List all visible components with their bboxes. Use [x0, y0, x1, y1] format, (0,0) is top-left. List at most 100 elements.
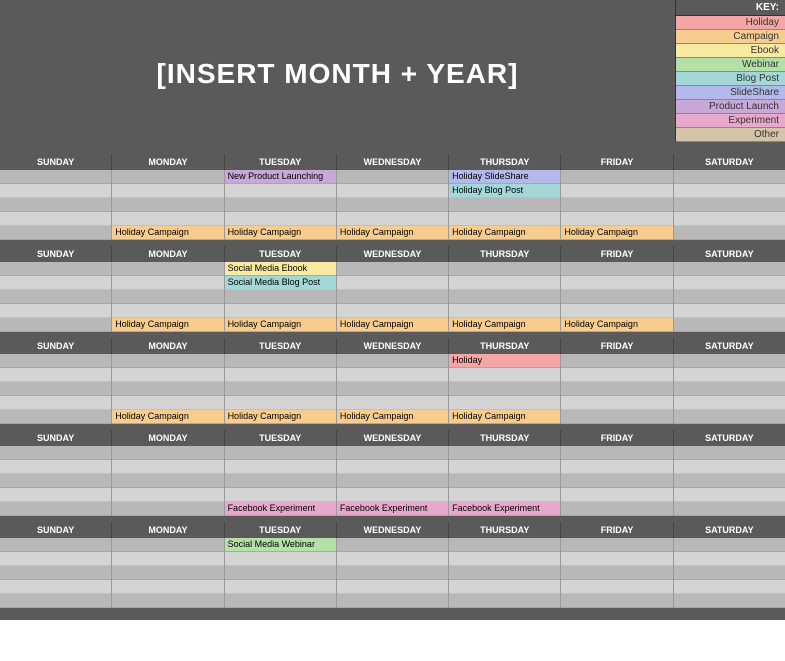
calendar-slot[interactable]: Facebook Experiment: [337, 502, 448, 516]
calendar-slot[interactable]: [112, 488, 223, 502]
calendar-slot[interactable]: [112, 170, 223, 184]
calendar-slot[interactable]: [337, 290, 448, 304]
calendar-slot[interactable]: [674, 290, 785, 304]
calendar-slot[interactable]: [0, 226, 111, 240]
calendar-slot[interactable]: Holiday Campaign: [561, 226, 672, 240]
calendar-slot[interactable]: [337, 538, 448, 552]
calendar-slot[interactable]: [112, 594, 223, 608]
calendar-slot[interactable]: [337, 212, 448, 226]
calendar-slot[interactable]: [674, 594, 785, 608]
calendar-slot[interactable]: [561, 304, 672, 318]
page-title[interactable]: [INSERT MONTH + YEAR]: [157, 58, 519, 90]
calendar-slot[interactable]: [561, 566, 672, 580]
calendar-slot[interactable]: [112, 184, 223, 198]
calendar-slot[interactable]: [337, 474, 448, 488]
calendar-slot[interactable]: [674, 368, 785, 382]
calendar-slot[interactable]: [337, 594, 448, 608]
calendar-slot[interactable]: [561, 354, 672, 368]
calendar-slot[interactable]: [674, 502, 785, 516]
calendar-slot[interactable]: [0, 396, 111, 410]
calendar-slot[interactable]: [561, 488, 672, 502]
calendar-slot[interactable]: [449, 538, 560, 552]
calendar-slot[interactable]: [674, 198, 785, 212]
calendar-slot[interactable]: [674, 566, 785, 580]
calendar-slot[interactable]: [112, 304, 223, 318]
calendar-slot[interactable]: [225, 354, 336, 368]
calendar-slot[interactable]: Social Media Ebook: [225, 262, 336, 276]
calendar-slot[interactable]: [449, 276, 560, 290]
calendar-slot[interactable]: [0, 354, 111, 368]
calendar-slot[interactable]: Holiday Campaign: [112, 226, 223, 240]
calendar-slot[interactable]: [0, 460, 111, 474]
calendar-slot[interactable]: [337, 184, 448, 198]
calendar-slot[interactable]: [674, 382, 785, 396]
calendar-slot[interactable]: [0, 304, 111, 318]
calendar-slot[interactable]: [337, 566, 448, 580]
calendar-slot[interactable]: [561, 580, 672, 594]
calendar-slot[interactable]: [337, 580, 448, 594]
calendar-slot[interactable]: [561, 396, 672, 410]
calendar-slot[interactable]: [337, 396, 448, 410]
calendar-slot[interactable]: [337, 368, 448, 382]
calendar-slot[interactable]: [561, 368, 672, 382]
calendar-slot[interactable]: [112, 446, 223, 460]
calendar-slot[interactable]: [337, 488, 448, 502]
calendar-slot[interactable]: [561, 382, 672, 396]
calendar-slot[interactable]: [225, 594, 336, 608]
calendar-slot[interactable]: [0, 580, 111, 594]
calendar-slot[interactable]: [449, 382, 560, 396]
calendar-slot[interactable]: [0, 276, 111, 290]
calendar-slot[interactable]: [0, 184, 111, 198]
calendar-slot[interactable]: [449, 212, 560, 226]
calendar-slot[interactable]: [0, 410, 111, 424]
calendar-slot[interactable]: [225, 580, 336, 594]
calendar-slot[interactable]: [674, 552, 785, 566]
calendar-slot[interactable]: [225, 368, 336, 382]
calendar-slot[interactable]: [674, 262, 785, 276]
calendar-slot[interactable]: [337, 382, 448, 396]
calendar-slot[interactable]: [225, 460, 336, 474]
calendar-slot[interactable]: Holiday Campaign: [112, 410, 223, 424]
calendar-slot[interactable]: [0, 488, 111, 502]
calendar-slot[interactable]: [112, 460, 223, 474]
calendar-slot[interactable]: [674, 184, 785, 198]
calendar-slot[interactable]: Social Media Webinar: [225, 538, 336, 552]
calendar-slot[interactable]: [561, 538, 672, 552]
calendar-slot[interactable]: Holiday Campaign: [337, 226, 448, 240]
calendar-slot[interactable]: [561, 446, 672, 460]
calendar-slot[interactable]: [0, 552, 111, 566]
calendar-slot[interactable]: [337, 354, 448, 368]
calendar-slot[interactable]: [225, 488, 336, 502]
calendar-slot[interactable]: [225, 198, 336, 212]
calendar-slot[interactable]: [561, 276, 672, 290]
calendar-slot[interactable]: [337, 552, 448, 566]
calendar-slot[interactable]: [337, 304, 448, 318]
calendar-slot[interactable]: [449, 552, 560, 566]
calendar-slot[interactable]: [337, 276, 448, 290]
calendar-slot[interactable]: [561, 198, 672, 212]
calendar-slot[interactable]: [561, 290, 672, 304]
calendar-slot[interactable]: [225, 304, 336, 318]
calendar-slot[interactable]: [561, 170, 672, 184]
calendar-slot[interactable]: Holiday Campaign: [449, 318, 560, 332]
calendar-slot[interactable]: [561, 502, 672, 516]
calendar-slot[interactable]: [449, 396, 560, 410]
calendar-slot[interactable]: [112, 262, 223, 276]
calendar-slot[interactable]: Holiday Campaign: [561, 318, 672, 332]
calendar-slot[interactable]: [225, 566, 336, 580]
calendar-slot[interactable]: [225, 382, 336, 396]
calendar-slot[interactable]: [0, 594, 111, 608]
calendar-slot[interactable]: [561, 474, 672, 488]
calendar-slot[interactable]: Holiday Blog Post: [449, 184, 560, 198]
calendar-slot[interactable]: [449, 580, 560, 594]
calendar-slot[interactable]: [449, 290, 560, 304]
calendar-slot[interactable]: Holiday Campaign: [449, 410, 560, 424]
calendar-slot[interactable]: [449, 304, 560, 318]
calendar-slot[interactable]: [0, 318, 111, 332]
calendar-slot[interactable]: Facebook Experiment: [225, 502, 336, 516]
calendar-slot[interactable]: [0, 198, 111, 212]
calendar-slot[interactable]: [0, 290, 111, 304]
calendar-slot[interactable]: [449, 368, 560, 382]
calendar-slot[interactable]: [112, 538, 223, 552]
calendar-slot[interactable]: [337, 198, 448, 212]
